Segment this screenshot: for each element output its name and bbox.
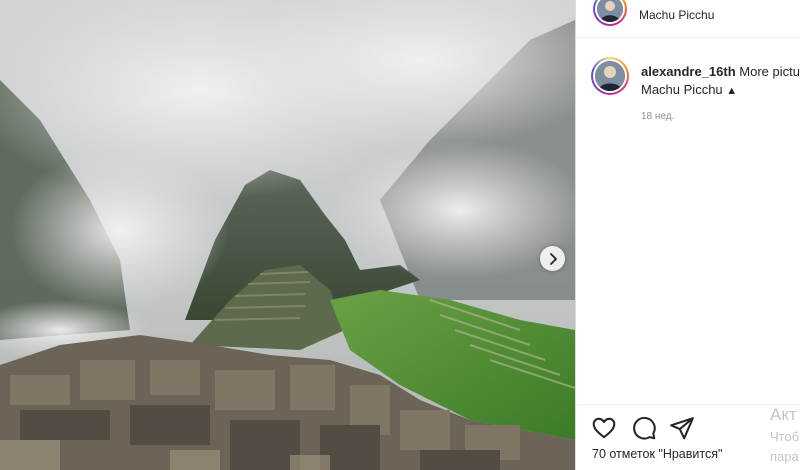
post-photo[interactable] bbox=[0, 0, 575, 470]
mountain-emoji: ▲ bbox=[726, 85, 738, 97]
caption-line2: Machu Picchu bbox=[641, 82, 723, 97]
paper-plane-icon bbox=[670, 417, 694, 440]
caption-username[interactable]: alexandre_16th bbox=[641, 64, 736, 79]
comment-button[interactable] bbox=[631, 415, 657, 441]
caption-row: alexandre_16th More pictu Machu Picchu ▲ bbox=[576, 55, 800, 115]
avatar-photo bbox=[595, 61, 625, 91]
post-side-panel: Machu Picchu alexandre_16th More pictu M… bbox=[575, 0, 800, 470]
activation-watermark-title: Акт bbox=[770, 405, 797, 424]
author-avatar[interactable] bbox=[593, 0, 627, 26]
share-button[interactable] bbox=[669, 415, 695, 441]
chevron-right-icon bbox=[549, 252, 557, 265]
like-button[interactable] bbox=[591, 415, 617, 441]
likes-count[interactable]: 70 отметок "Нравится" bbox=[592, 447, 722, 461]
post-caption: alexandre_16th More pictu Machu Picchu ▲ bbox=[641, 63, 800, 100]
caption-avatar[interactable] bbox=[591, 57, 629, 95]
post-actions: 70 отметок "Нравится" Акт Чтоб пара bbox=[576, 404, 800, 470]
post-header: Machu Picchu bbox=[576, 0, 800, 38]
heart-icon bbox=[592, 417, 616, 439]
activation-watermark-line2: Чтоб bbox=[770, 429, 800, 444]
post-time[interactable]: 18 нед. bbox=[641, 111, 674, 122]
machu-picchu-image bbox=[0, 0, 575, 470]
caption-text: More pictu bbox=[739, 64, 800, 79]
comment-icon bbox=[633, 416, 656, 440]
activation-watermark-line3: пара bbox=[770, 449, 799, 464]
next-photo-button[interactable] bbox=[540, 246, 565, 271]
post-location[interactable]: Machu Picchu bbox=[639, 8, 714, 22]
